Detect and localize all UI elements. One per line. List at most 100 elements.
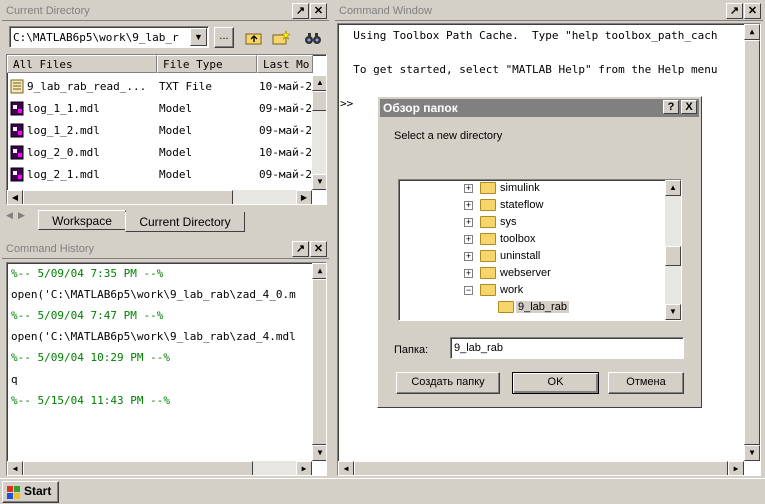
scroll-up-icon[interactable]: ▲ [665,180,681,196]
history-line[interactable]: open('C:\MATLAB6p5\work\9_lab_rab\zad_4.… [11,330,296,343]
file-type: Model [159,168,193,181]
browse-button[interactable]: ... [214,27,234,48]
scroll-left-icon[interactable]: ◀ [7,190,23,204]
collapse-icon[interactable]: − [464,286,473,295]
history-line[interactable]: %-- 5/09/04 7:35 PM --% [11,267,163,280]
history-line[interactable]: open('C:\MATLAB6p5\work\9_lab_rab\zad_4_… [11,288,296,301]
tree-label: 9_lab_rab [516,301,569,313]
file-row[interactable]: log_1_1.mdl Model 09-май-2 [7,98,312,120]
dialog-close-button[interactable]: X [681,100,697,114]
chevron-down-icon[interactable]: ▼ [190,28,207,46]
command-history-title: Command History [6,243,95,255]
close-icon[interactable]: ✕ [310,3,327,19]
file-name: log_1_2.mdl [27,124,100,137]
dialog-prompt: Select a new directory [394,130,503,142]
scroll-right-icon[interactable]: ▶ [728,461,744,475]
scroll-left-icon[interactable]: ◀ [338,461,354,475]
text-file-icon [10,79,24,94]
column-header-all-files[interactable]: All Files [7,55,157,73]
scroll-left-icon[interactable]: ◀ [7,461,23,475]
file-list-vscrollbar[interactable]: ▲ ▼ [312,75,326,190]
scroll-down-icon[interactable]: ▼ [744,445,760,461]
start-button[interactable]: Start [2,481,59,503]
cancel-button[interactable]: Отмена [608,372,684,394]
expand-icon[interactable]: + [464,184,473,193]
command-window-titlebar: Command Window ↗ ✕ [335,2,763,21]
scroll-up-icon[interactable]: ▲ [312,263,326,279]
scroll-thumb[interactable] [23,461,253,475]
ok-button[interactable]: OK [512,372,599,394]
scroll-thumb[interactable] [665,246,681,266]
command-history-titlebar: Command History ↗ ✕ [2,240,329,259]
expand-icon[interactable]: + [464,269,473,278]
expand-icon[interactable]: + [464,252,473,261]
scroll-down-icon[interactable]: ▼ [312,445,326,461]
expand-icon[interactable]: + [464,218,473,227]
file-type: Model [159,124,193,137]
file-date: 09-май-2 [259,124,312,137]
file-rows: 9_lab_rab_read_... TXT File 10-май-2 log… [7,76,312,191]
undock-icon[interactable]: ↗ [292,241,309,257]
command-window-vscrollbar[interactable]: ▲ ▼ [744,24,760,461]
undock-icon[interactable]: ↗ [292,3,309,19]
scroll-right-icon[interactable]: ▶ [296,190,312,204]
path-combobox[interactable]: C:\MATLAB6p5\work\9_lab_r ▼ [9,26,209,48]
create-folder-button[interactable]: Создать папку [396,372,500,394]
history-vscrollbar[interactable]: ▲ ▼ [312,263,326,461]
scroll-right-icon[interactable]: ▶ [296,461,312,475]
scroll-thumb[interactable] [744,40,760,445]
history-line[interactable]: q [11,373,18,386]
folder-icon [480,233,496,245]
tab-current-directory[interactable]: Current Directory [125,212,245,232]
folder-icon [480,182,496,194]
file-row[interactable]: log_2_0.mdl Model 10-май-2 [7,142,312,164]
scroll-thumb[interactable] [312,91,326,111]
file-row[interactable]: log_1_2.mdl Model 09-май-2 [7,120,312,142]
file-list-hscrollbar[interactable]: ◀ ▶ [7,190,312,204]
start-label: Start [24,484,52,498]
column-header-file-type[interactable]: File Type [157,55,257,73]
history-hscrollbar[interactable]: ◀ ▶ [7,461,312,475]
taskbar: Start [0,478,765,504]
tree-vscrollbar[interactable]: ▲ ▼ [665,180,681,320]
tab-workspace[interactable]: Workspace [38,210,126,230]
scroll-thumb[interactable] [23,190,233,204]
new-folder-icon[interactable] [272,30,291,46]
history-line[interactable]: %-- 5/09/04 10:29 PM --% [11,351,170,364]
tab-scroll-left-icon[interactable]: ◀ [6,210,13,221]
tree-label: toolbox [500,233,536,245]
console-line: To get started, select "MATLAB Help" fro… [340,63,718,76]
scroll-thumb[interactable] [354,461,728,475]
file-name: log_2_0.mdl [27,146,100,159]
folder-field[interactable]: 9_lab_rab [450,337,684,359]
expand-icon[interactable]: + [464,235,473,244]
folder-up-icon[interactable] [245,30,263,46]
file-list: All Files File Type Last Mo 9_lab_rab_re… [6,54,327,205]
file-name: log_2_1.mdl [27,168,100,181]
scroll-down-icon[interactable]: ▼ [312,174,326,190]
file-row[interactable]: 9_lab_rab_read_... TXT File 10-май-2 [7,76,312,98]
history-line[interactable]: %-- 5/09/04 7:47 PM --% [11,309,163,322]
scroll-up-icon[interactable]: ▲ [744,24,760,40]
tab-scroll-right-icon[interactable]: ▶ [18,210,25,221]
scroll-down-icon[interactable]: ▼ [665,304,681,320]
folder-icon [480,199,496,211]
expand-icon[interactable]: + [464,201,473,210]
help-button[interactable]: ? [663,100,679,114]
history-line[interactable]: %-- 5/15/04 11:43 PM --% [11,394,170,407]
scroll-thumb[interactable] [312,279,326,445]
file-name: log_1_1.mdl [27,102,100,115]
command-window-hscrollbar[interactable]: ◀ ▶ [338,461,744,475]
open-folder-icon [498,301,514,313]
close-icon[interactable]: ✕ [744,3,761,19]
undock-icon[interactable]: ↗ [726,3,743,19]
close-icon[interactable]: ✕ [310,241,327,257]
scroll-up-icon[interactable]: ▲ [312,75,326,91]
column-header-last-modified[interactable]: Last Mo [257,55,313,73]
file-row[interactable]: log_2_1.mdl Model 09-май-2 [7,164,312,186]
folder-icon [480,216,496,228]
find-icon[interactable] [304,30,322,46]
current-directory-panel: Current Directory ↗ ✕ C:\MATLAB6p5\work\… [2,2,329,235]
folder-field-value: 9_lab_rab [454,342,503,354]
tree-label: webserver [500,267,551,279]
